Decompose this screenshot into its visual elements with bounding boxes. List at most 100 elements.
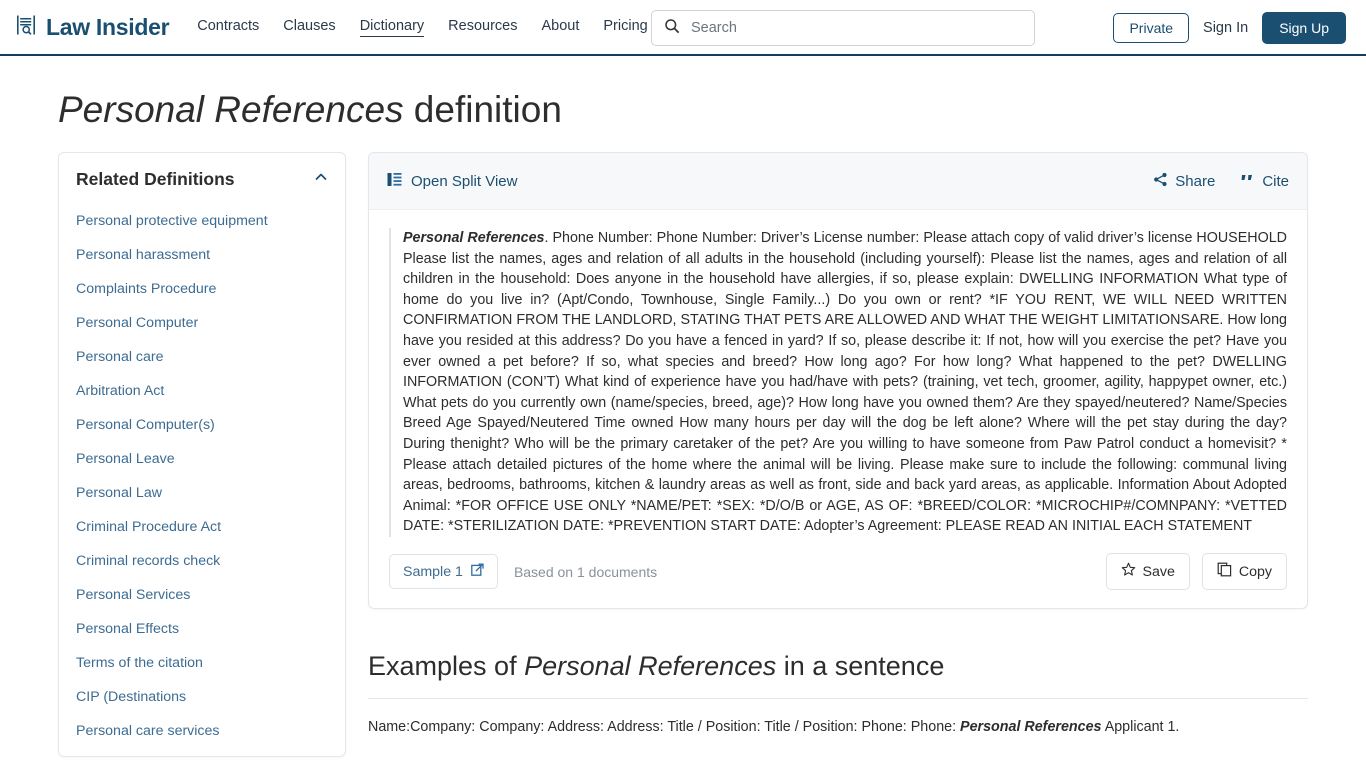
definition-body: Personal References. Phone Number: Phone… <box>369 210 1307 537</box>
related-definitions-panel: Related Definitions Personal protective … <box>58 152 346 758</box>
main-content: Open Split View Share Cite Personal Refe… <box>368 152 1308 738</box>
examples-title-term: Personal References <box>524 651 777 681</box>
sidebar-item-personal-computer[interactable]: Personal Computer <box>59 306 345 340</box>
share-label: Share <box>1175 172 1216 190</box>
search-input[interactable] <box>689 19 1022 37</box>
list-item: Personal Computer(s) <box>59 408 345 442</box>
toolbar-actions: Share Cite <box>1153 172 1289 191</box>
chevron-up-icon[interactable] <box>314 170 328 189</box>
search-box[interactable] <box>651 10 1035 46</box>
private-button[interactable]: Private <box>1113 13 1190 43</box>
star-icon <box>1121 562 1136 581</box>
definition-card: Open Split View Share Cite Personal Refe… <box>368 152 1308 609</box>
document-search-icon <box>14 13 38 42</box>
sidebar-item-cip-destinations[interactable]: CIP (Destinations <box>59 680 345 714</box>
sample-label: Sample 1 <box>403 563 463 580</box>
sidebar-item-personal-harassment[interactable]: Personal harassment <box>59 238 345 272</box>
examples-divider <box>368 698 1308 699</box>
list-item: Personal harassment <box>59 238 345 272</box>
copy-label: Copy <box>1238 563 1272 580</box>
list-item: Personal protective equipment <box>59 204 345 238</box>
quote-icon <box>1241 172 1255 190</box>
main-nav: Contracts Clauses Dictionary Resources A… <box>197 18 648 37</box>
header-actions: Private Sign In Sign Up <box>1113 0 1346 56</box>
sidebar-item-personal-effects[interactable]: Personal Effects <box>59 612 345 646</box>
cite-label: Cite <box>1262 172 1289 190</box>
brand-name: Law Insider <box>46 13 170 40</box>
sidebar-item-complaints-procedure[interactable]: Complaints Procedure <box>59 272 345 306</box>
nav-item-about[interactable]: About <box>541 18 579 36</box>
example-term: Personal References <box>960 719 1102 735</box>
page-title: Personal References definition <box>0 56 1366 134</box>
nav-item-resources[interactable]: Resources <box>448 18 517 36</box>
sidebar-item-personal-leave[interactable]: Personal Leave <box>59 442 345 476</box>
list-item: Personal Services <box>59 578 345 612</box>
sidebar-item-personal-services[interactable]: Personal Services <box>59 578 345 612</box>
based-on-documents-text: Based on 1 documents <box>513 563 658 580</box>
nav-item-dictionary[interactable]: Dictionary <box>359 18 425 37</box>
example-before-text: Name:Company: Company: Address: Address:… <box>368 719 961 735</box>
sidebar-item-arbitration-act[interactable]: Arbitration Act <box>59 374 345 408</box>
footer-left-group: Sample 1 Based on 1 documents <box>389 554 657 589</box>
list-item: Terms of the citation <box>59 646 345 680</box>
page-layout: Related Definitions Personal protective … <box>0 134 1366 758</box>
list-item: Complaints Procedure <box>59 272 345 306</box>
save-button[interactable]: Save <box>1105 553 1190 590</box>
share-button[interactable]: Share <box>1153 172 1215 191</box>
sidebar-item-criminal-procedure-act[interactable]: Criminal Procedure Act <box>59 510 345 544</box>
related-definitions-header[interactable]: Related Definitions <box>59 169 345 204</box>
sign-up-button[interactable]: Sign Up <box>1262 12 1346 44</box>
examples-title-prefix: Examples of <box>368 651 525 681</box>
examples-title: Examples of Personal References in a sen… <box>368 651 1308 682</box>
site-header: Law Insider Contracts Clauses Dictionary… <box>0 0 1366 56</box>
save-label: Save <box>1142 563 1175 580</box>
cite-button[interactable]: Cite <box>1241 172 1289 190</box>
list-item: CIP (Destinations <box>59 680 345 714</box>
sidebar-item-personal-care-services[interactable]: Personal care services <box>59 714 345 748</box>
sidebar-item-terms-of-the-citation[interactable]: Terms of the citation <box>59 646 345 680</box>
search-icon <box>664 18 680 39</box>
open-split-view-label: Open Split View <box>411 172 518 190</box>
definition-toolbar: Open Split View Share Cite <box>369 153 1307 211</box>
sidebar-item-personal-law[interactable]: Personal Law <box>59 476 345 510</box>
nav-item-contracts[interactable]: Contracts <box>197 18 259 36</box>
footer-right-group: Save Copy <box>1105 553 1287 590</box>
list-item: Criminal records check <box>59 544 345 578</box>
definition-body-text: . Phone Number: Phone Number: Driver’s L… <box>403 230 1287 535</box>
nav-item-clauses[interactable]: Clauses <box>283 18 335 36</box>
list-item: Personal care <box>59 340 345 374</box>
sidebar-item-personal-computers[interactable]: Personal Computer(s) <box>59 408 345 442</box>
sidebar-item-criminal-records-check[interactable]: Criminal records check <box>59 544 345 578</box>
list-item: Personal Effects <box>59 612 345 646</box>
sign-in-link[interactable]: Sign In <box>1203 20 1248 36</box>
related-definitions-title: Related Definitions <box>76 169 235 190</box>
definition-footer: Sample 1 Based on 1 documents Save Copy <box>369 537 1307 608</box>
list-item: Personal Computer <box>59 306 345 340</box>
split-view-icon <box>387 172 402 191</box>
example-after-text: Applicant 1. <box>1101 719 1180 735</box>
definition-quote-block: Personal References. Phone Number: Phone… <box>389 228 1287 537</box>
examples-title-suffix: in a sentence <box>776 651 945 681</box>
examples-section: Examples of Personal References in a sen… <box>368 651 1308 738</box>
share-icon <box>1153 172 1168 191</box>
brand-logo[interactable]: Law Insider <box>14 13 170 42</box>
definition-text: Personal References. Phone Number: Phone… <box>403 228 1287 537</box>
list-item: Personal Law <box>59 476 345 510</box>
open-split-view-button[interactable]: Open Split View <box>387 172 517 191</box>
page-title-suffix: definition <box>403 89 562 130</box>
copy-button[interactable]: Copy <box>1201 553 1287 590</box>
sample-1-button[interactable]: Sample 1 <box>389 554 498 589</box>
related-definitions-list: Personal protective equipment Personal h… <box>59 204 345 748</box>
example-sentence: Name:Company: Company: Address: Address:… <box>368 717 1308 738</box>
page-title-term: Personal References <box>58 89 404 130</box>
nav-item-pricing[interactable]: Pricing <box>603 18 647 36</box>
copy-icon <box>1217 562 1232 581</box>
list-item: Criminal Procedure Act <box>59 510 345 544</box>
definition-term: Personal References <box>403 230 545 247</box>
external-link-icon <box>471 563 484 580</box>
list-item: Arbitration Act <box>59 374 345 408</box>
sidebar-item-personal-protective-equipment[interactable]: Personal protective equipment <box>59 204 345 238</box>
list-item: Personal Leave <box>59 442 345 476</box>
sidebar-item-personal-care[interactable]: Personal care <box>59 340 345 374</box>
list-item: Personal care services <box>59 714 345 748</box>
